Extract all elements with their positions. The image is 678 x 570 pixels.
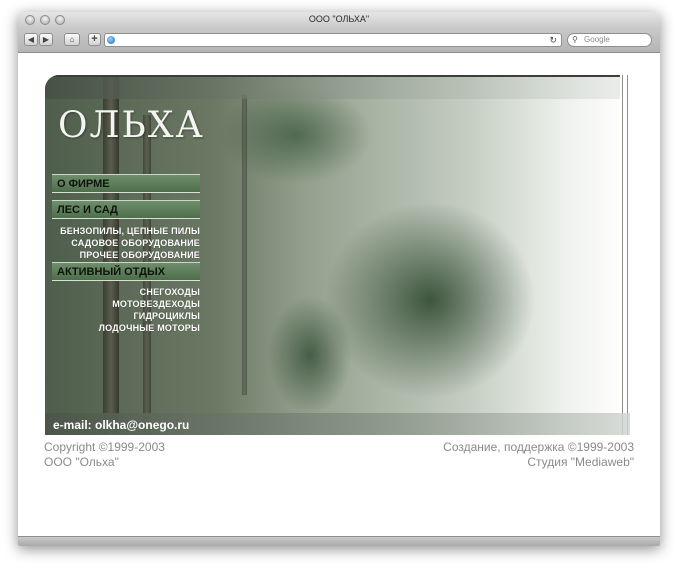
forward-arrow-icon: ▶ — [42, 35, 50, 44]
banner-bottom-strip: e-mail: olkha@onego.ru — [45, 413, 630, 435]
title-bar: ООО "ОЛЬХА" — [18, 12, 660, 28]
nav-sub-snowmobiles[interactable]: СНЕГОХОДЫ — [52, 286, 200, 298]
email-link[interactable]: e-mail: olkha@onego.ru — [53, 418, 189, 432]
tree-trunk — [242, 95, 247, 395]
plus-icon: + — [91, 33, 98, 45]
site-logo[interactable]: ОЛЬХА — [58, 105, 205, 146]
studio-link[interactable]: Студия "Mediaweb" — [443, 455, 634, 470]
nav-sub-chainsaws[interactable]: БЕНЗОПИЛЫ, ЦЕПНЫЕ ПИЛЫ — [52, 225, 200, 237]
home-icon: ⌂ — [69, 35, 75, 44]
creation-text: Создание, поддержка ©1999-2003 — [443, 440, 634, 454]
search-field[interactable]: ⚲ Google — [567, 33, 652, 47]
reload-icon[interactable]: ↻ — [549, 34, 557, 46]
forest-banner: ОЛЬХА О ФИРМЕ ЛЕС И САД БЕНЗОПИЛЫ, ЦЕПНЫ… — [45, 75, 630, 435]
nav-sub-atvs[interactable]: МОТОВЕЗДЕХОДЫ — [52, 298, 200, 310]
browser-toolbar: ◀ ▶ ⌂ + ↻ ⚲ Google — [18, 28, 660, 53]
nav-sub-boat-motors[interactable]: ЛОДОЧНЫЕ МОТОРЫ — [52, 322, 200, 334]
nav-about[interactable]: О ФИРМЕ — [52, 174, 200, 193]
window-title: ООО "ОЛЬХА" — [308, 14, 370, 24]
page-content: ОЛЬХА О ФИРМЕ ЛЕС И САД БЕНЗОПИЛЫ, ЦЕПНЫ… — [18, 53, 660, 537]
nav-sub-jetskis[interactable]: ГИДРОЦИКЛЫ — [52, 310, 200, 322]
search-icon: ⚲ — [572, 35, 578, 44]
footer-left: Copyright ©1999-2003 ООО "Ольха" — [44, 440, 165, 470]
back-arrow-icon: ◀ — [27, 35, 35, 44]
banner-edge-lines — [620, 75, 630, 435]
nav-active-leisure[interactable]: АКТИВНЫЙ ОТДЫХ — [52, 262, 200, 281]
forward-button[interactable]: ▶ — [39, 33, 53, 46]
status-bar — [18, 536, 660, 546]
nav-sub-other-equipment[interactable]: ПРОЧЕЕ ОБОРУДОВАНИЕ — [52, 249, 200, 261]
address-field[interactable]: ↻ — [104, 33, 562, 47]
footer-right: Создание, поддержка ©1999-2003 Студия "M… — [443, 440, 634, 470]
nav-forest-garden[interactable]: ЛЕС И САД — [52, 200, 200, 219]
home-button[interactable]: ⌂ — [64, 33, 80, 46]
copyright-text: Copyright ©1999-2003 — [44, 440, 165, 454]
add-bookmark-button[interactable]: + — [88, 33, 101, 46]
back-button[interactable]: ◀ — [24, 33, 38, 46]
globe-icon — [107, 36, 115, 44]
nav-sub-garden-equipment[interactable]: САДОВОЕ ОБОРУДОВАНИЕ — [52, 237, 200, 249]
company-name: ООО "Ольха" — [44, 455, 119, 469]
banner-top-strip — [45, 75, 630, 99]
browser-window: ООО "ОЛЬХА" ◀ ▶ ⌂ + ↻ ⚲ Google ОЛЬХА О Ф… — [18, 12, 660, 546]
search-placeholder: Google — [584, 35, 610, 44]
